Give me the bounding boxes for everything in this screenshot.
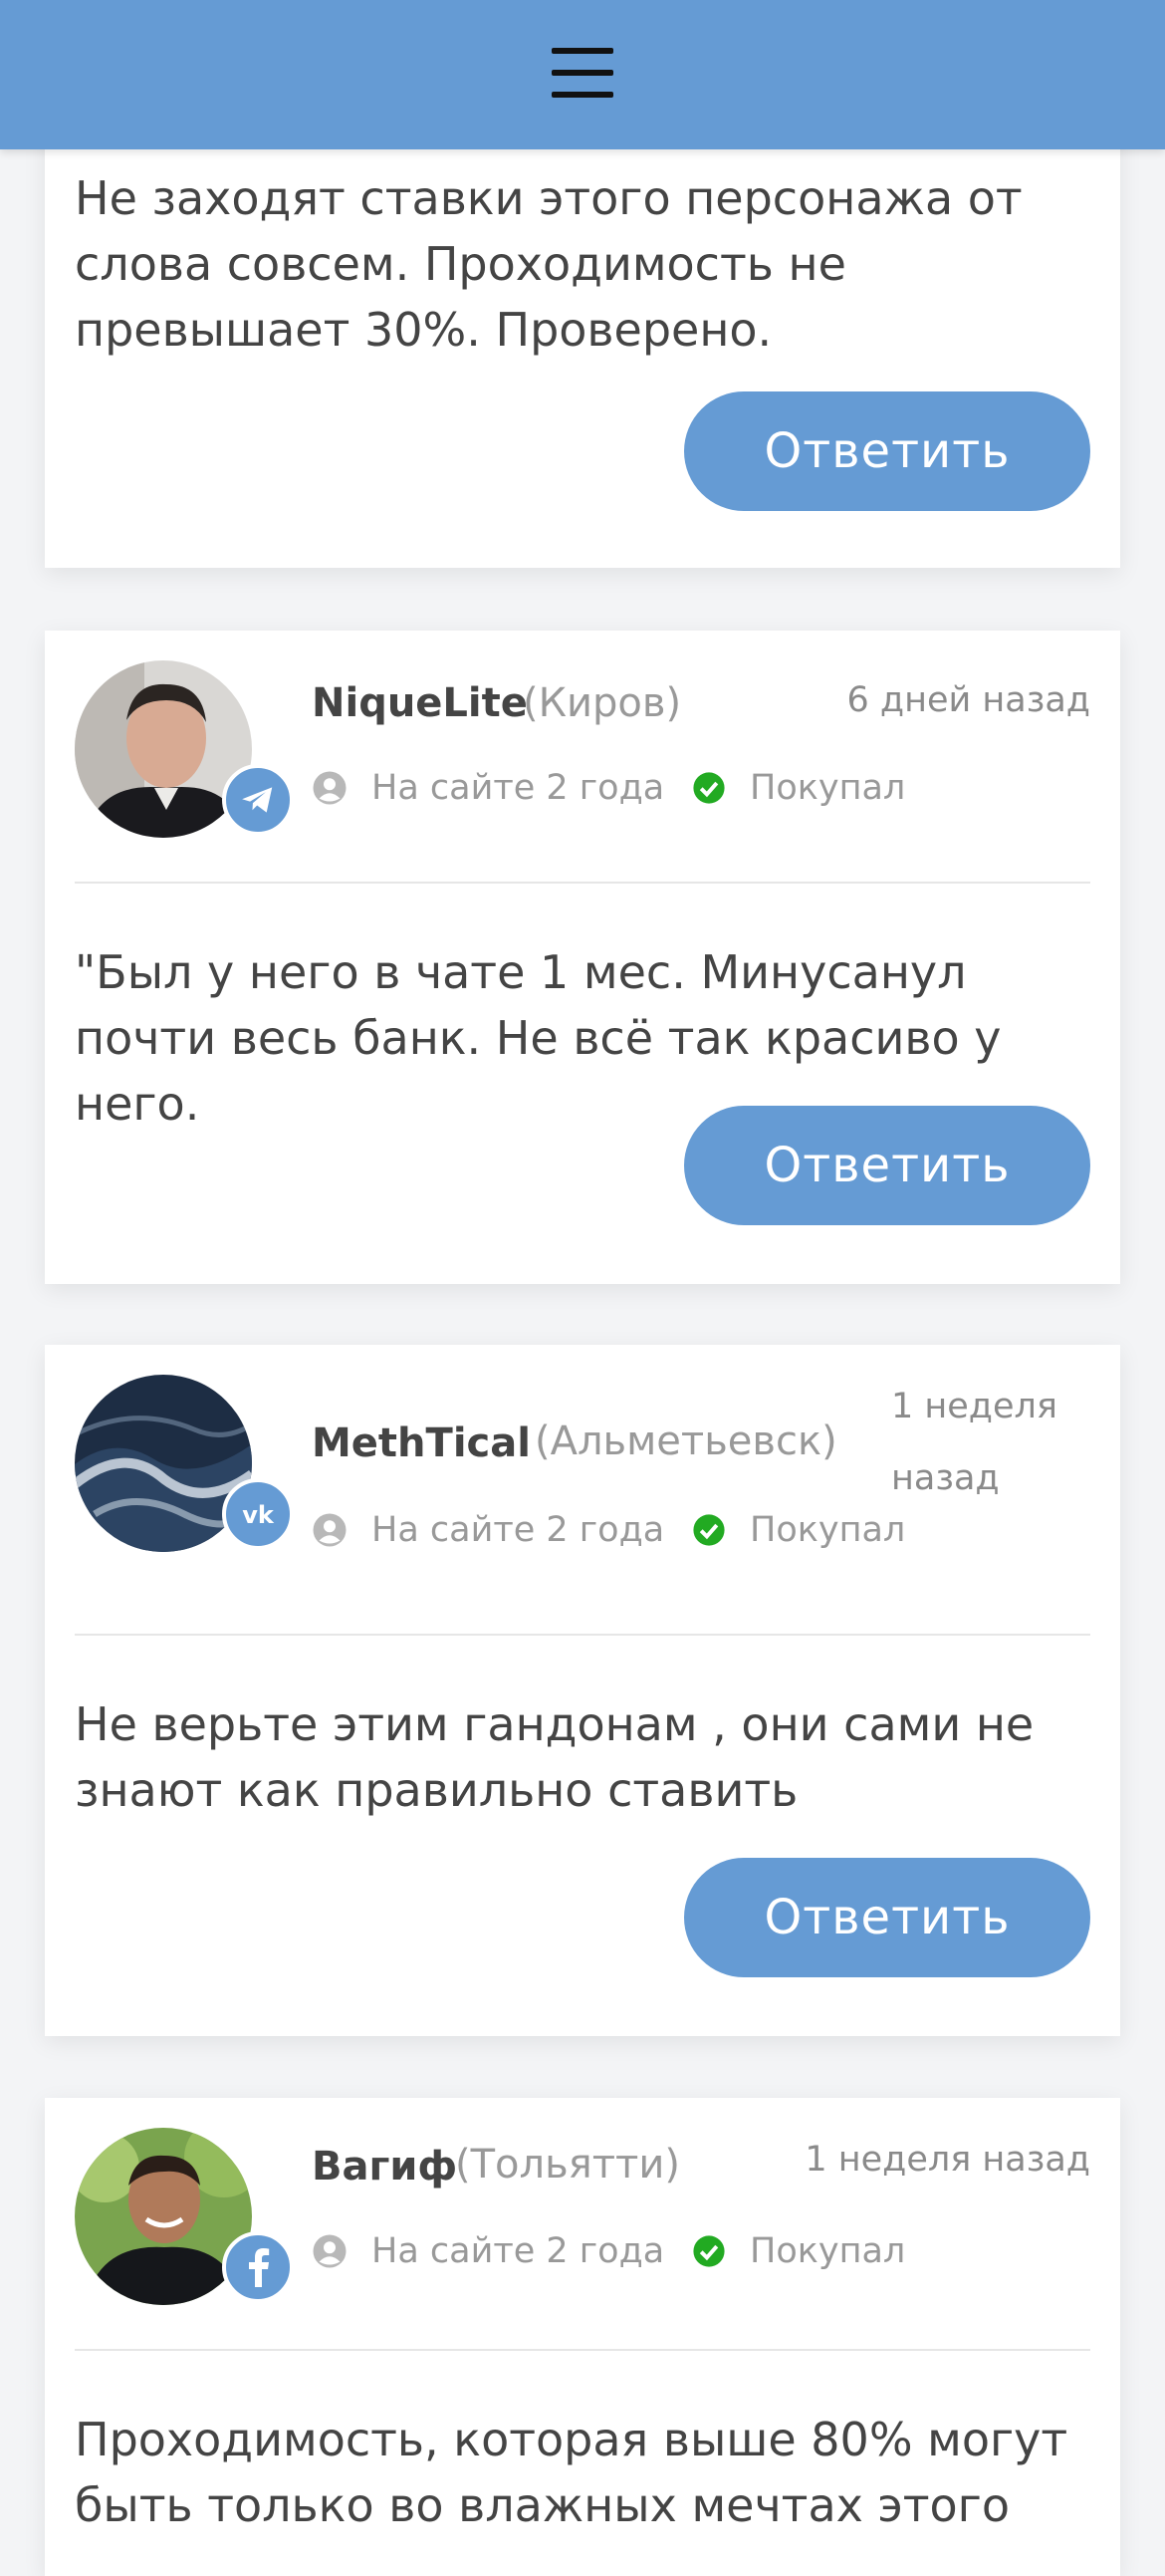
divider [75, 882, 1090, 884]
svg-text:vk: vk [242, 1501, 275, 1529]
comment-date: 1 неделя назад [891, 1387, 1057, 1498]
on-site-text: На сайте 2 года [371, 768, 665, 808]
author-name[interactable]: Вагиф [312, 2144, 457, 2190]
purchase-status: Покупал [692, 768, 905, 808]
user-icon [313, 771, 347, 805]
user-icon [313, 2234, 347, 2268]
on-site-info: На сайте 2 года [312, 2231, 664, 2271]
top-bar [0, 0, 1165, 149]
author-city: (Альметьевск) [535, 1418, 837, 1464]
status-text: Покупал [750, 1510, 906, 1550]
author-city: (Киров) [523, 680, 682, 726]
author-name[interactable]: MethTical [312, 1420, 531, 1466]
telegram-icon [222, 764, 294, 836]
facebook-icon [222, 2231, 294, 2303]
hamburger-menu-icon[interactable] [552, 48, 613, 98]
status-text: Покупал [750, 2231, 906, 2271]
author-city: (Тольятти) [455, 2142, 680, 2188]
reply-button[interactable]: Ответить [684, 1106, 1090, 1225]
on-site-text: На сайте 2 года [371, 2231, 665, 2271]
on-site-info: На сайте 2 года [312, 1510, 664, 1550]
status-text: Покупал [750, 768, 906, 808]
on-site-info: На сайте 2 года [312, 768, 664, 808]
divider [75, 1634, 1090, 1636]
divider [75, 2349, 1090, 2351]
comment-card: Вагиф (Тольятти) 1 неделя назад На сайте… [45, 2098, 1120, 2576]
purchase-status: Покупал [692, 2231, 905, 2271]
comment-card: NiqueLite (Киров) 6 дней назад На сайте … [45, 631, 1120, 1284]
comment-card: vk MethTical (Альметьевск) 1 неделя наза… [45, 1345, 1120, 2036]
comment-text: Проходимость, которая выше 80% могут быт… [75, 2413, 1068, 2532]
check-circle-icon [693, 1514, 725, 1546]
purchase-status: Покупал [692, 1510, 905, 1550]
reply-button[interactable]: Ответить [684, 1858, 1090, 1977]
vk-icon: vk [222, 1478, 294, 1550]
comment-date: 6 дней назад [846, 680, 1090, 720]
author-name[interactable]: NiqueLite [312, 680, 528, 726]
comment-text: Не заходят ставки этого персонажа от сло… [75, 171, 1023, 357]
comment-card: Не заходят ставки этого персонажа от сло… [45, 100, 1120, 568]
reply-button[interactable]: Ответить [684, 391, 1090, 511]
user-icon [313, 1513, 347, 1547]
comment-date: 1 неделя назад [805, 2140, 1090, 2180]
comment-text: Не верьте этим гандонам , они сами не зн… [75, 1697, 1035, 1817]
check-circle-icon [693, 2235, 725, 2267]
on-site-text: На сайте 2 года [371, 1510, 665, 1550]
check-circle-icon [693, 772, 725, 804]
